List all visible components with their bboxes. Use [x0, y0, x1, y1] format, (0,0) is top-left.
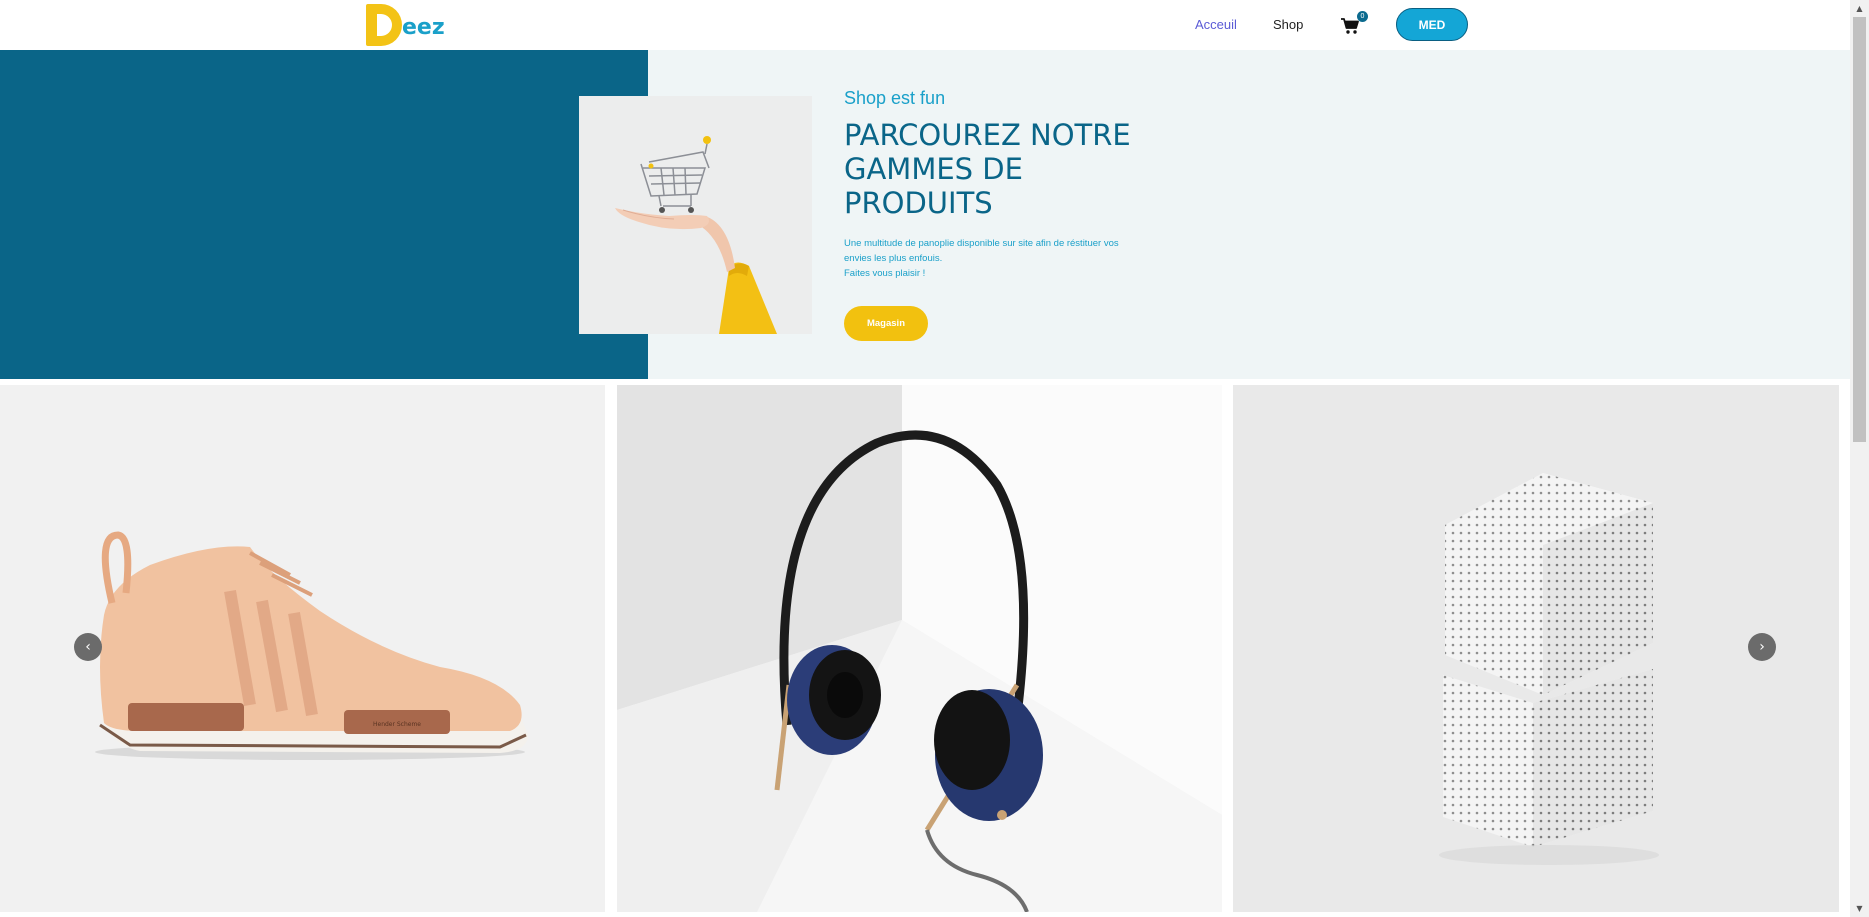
hero-cart-photo: [579, 96, 812, 334]
hero-description-line: Une multitude de panoplie disponible sur…: [844, 238, 1119, 249]
logo-mark-icon: [362, 2, 402, 48]
hero-title: PARCOUREZ NOTRE GAMMES DE PRODUITS: [844, 118, 1131, 220]
cart-count-badge: 0: [1357, 11, 1368, 22]
magasin-button[interactable]: Magasin: [844, 306, 928, 341]
nav-accueil-link[interactable]: Acceuil: [1195, 17, 1237, 32]
nav-shop-link[interactable]: Shop: [1273, 17, 1303, 32]
scrollbar-thumb[interactable]: [1853, 17, 1866, 442]
scroll-up-arrow-icon[interactable]: ▲: [1850, 0, 1869, 17]
page-scrollbar[interactable]: ▲ ▼: [1850, 0, 1869, 917]
header: eez Acceuil Shop 0 MED: [0, 0, 1850, 50]
hero-description-line: Faites vous plaisir !: [844, 268, 926, 279]
product-carousel: Hender Scheme ‹ ›: [0, 385, 1840, 912]
scroll-down-arrow-icon[interactable]: ▼: [1850, 900, 1869, 917]
chevron-left-icon: ‹: [85, 639, 91, 655]
hero-subtitle: Shop est fun: [844, 88, 946, 108]
page: eez Acceuil Shop 0 MED Shop est fun PARC…: [0, 0, 1869, 917]
carousel-slide-headphones[interactable]: [617, 385, 1222, 912]
chevron-right-icon: ›: [1759, 639, 1765, 655]
carousel-next-button[interactable]: ›: [1748, 633, 1776, 661]
user-menu-button[interactable]: MED: [1396, 8, 1468, 41]
logo-text: eez: [402, 15, 445, 40]
hero-description: Une multitude de panoplie disponible sur…: [844, 236, 1154, 281]
hero-section: Shop est fun PARCOUREZ NOTRE GAMMES DE P…: [0, 50, 1850, 379]
carousel-prev-button[interactable]: ‹: [74, 633, 102, 661]
svg-text:Hender Scheme: Hender Scheme: [373, 721, 421, 728]
logo[interactable]: eez: [362, 2, 445, 48]
hero-description-line: envies les plus enfouis.: [844, 253, 943, 264]
hero-blue-panel: [0, 50, 648, 379]
